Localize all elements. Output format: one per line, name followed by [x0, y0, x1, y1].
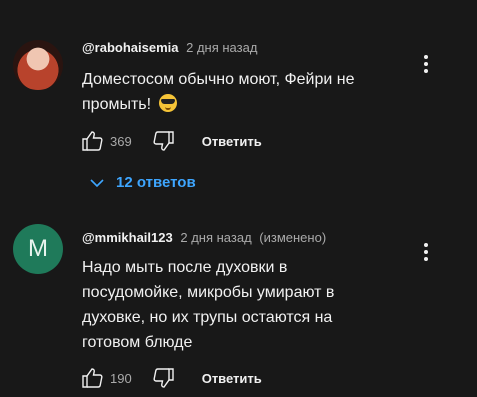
thumb-down-icon: [153, 368, 174, 388]
sunglasses-emoji-icon: [158, 94, 177, 112]
avatar[interactable]: [13, 40, 63, 90]
author-name[interactable]: @mmikhail123: [82, 230, 173, 245]
author-name[interactable]: @rabohaisemia: [82, 40, 179, 55]
thumb-up-icon: [82, 131, 103, 151]
dislike-button[interactable]: [152, 366, 176, 390]
dislike-button[interactable]: [152, 129, 176, 153]
edited-label: (изменено): [259, 230, 327, 245]
comment-time[interactable]: 2 дня назад: [180, 230, 251, 245]
comment-text: Надо мыть после духовки в посудомойке, м…: [82, 255, 372, 355]
comment-actions: 190 Ответить: [80, 363, 262, 393]
comment-menu-button[interactable]: [416, 52, 436, 76]
comment-text-body: Надо мыть после духовки в посудомойке, м…: [82, 259, 335, 351]
like-button[interactable]: [80, 129, 104, 153]
more-vert-icon: [424, 55, 428, 73]
thumb-down-icon: [153, 131, 174, 151]
reply-button[interactable]: Ответить: [202, 134, 262, 149]
like-count: 190: [110, 370, 132, 386]
avatar-letter: M: [28, 235, 48, 262]
comment-time[interactable]: 2 дня назад: [186, 40, 257, 55]
view-replies-button[interactable]: 12 ответов: [90, 174, 196, 191]
comment-menu-button[interactable]: [416, 240, 436, 264]
like-button[interactable]: [80, 366, 104, 390]
comment-actions: 369 Ответить: [80, 126, 262, 156]
avatar[interactable]: M: [13, 224, 63, 274]
replies-count: 12 ответов: [116, 174, 196, 191]
comment-header: @mmikhail123 2 дня назад (изменено): [82, 230, 326, 245]
like-count: 369: [110, 133, 132, 149]
comment-header: @rabohaisemia 2 дня назад: [82, 40, 257, 55]
comment-text: Доместосом обычно моют, Фейри не промыть…: [82, 67, 412, 117]
thumb-up-icon: [82, 368, 103, 388]
more-vert-icon: [424, 243, 428, 261]
chevron-down-icon: [90, 178, 104, 187]
comment-text-body: Доместосом обычно моют, Фейри не промыть…: [82, 71, 355, 113]
reply-button[interactable]: Ответить: [202, 371, 262, 386]
